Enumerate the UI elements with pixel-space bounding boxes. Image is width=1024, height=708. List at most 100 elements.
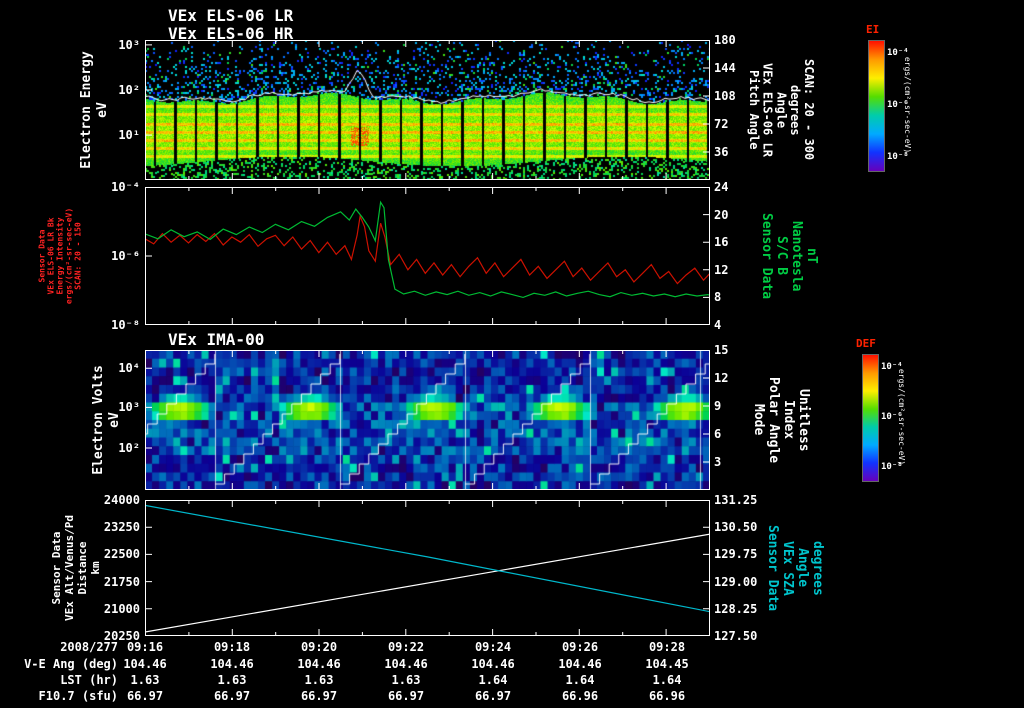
table-value: 104.46 [210, 657, 254, 671]
time-tick-label: 09:28 [648, 640, 686, 654]
panel4-right-ytick: 130.50 [714, 520, 758, 534]
panel4-ylabel-line: Distance [76, 541, 89, 595]
panel4-rlabel-line: VEx SZA [779, 540, 795, 596]
panel4-right-ytick: 131.25 [714, 493, 758, 507]
colorbar-def [862, 354, 879, 482]
panel3-right-ytick: 6 [714, 427, 722, 441]
panel2-ylabel-line: ergs/(cm²-sr-sec-eV) [64, 207, 74, 305]
panel1-left-ytick: 10¹ [118, 128, 140, 142]
panel1-rlabel-line: degrees [788, 84, 803, 136]
time-tick-label: 09:20 [300, 640, 338, 654]
panel2-rlabel-line: Sensor Data [758, 212, 774, 300]
solar-zenith-angle-line [145, 504, 710, 613]
altitude-sza-plot [145, 500, 710, 636]
magnetic-field-B-line [145, 200, 710, 299]
panel3-right-ytick: 12 [714, 371, 729, 385]
panel3-right-ytick: 3 [714, 455, 722, 469]
panel2-left-ytick: 10⁻⁴ [111, 180, 140, 194]
table-value: 66.97 [387, 689, 425, 703]
panel3-rlabel-line: Polar Angle [765, 376, 781, 464]
panel1-title-line1: VEx ELS-06 LR [168, 6, 294, 25]
panel4-rlabel-line: Angle [794, 548, 810, 588]
panel4-right-ytick: 128.25 [714, 602, 758, 616]
time-tick-label: 09:16 [126, 640, 164, 654]
ima-spectrogram-canvas [145, 350, 710, 490]
panel2-rlabel-line: S/C B [773, 236, 789, 276]
table-value: 1.64 [565, 673, 595, 687]
panel4-y-axis-label: Sensor Data VEx Alt/Venus/Pd Distance km [50, 515, 102, 621]
panel1-left-ytick: 10³ [118, 38, 140, 52]
panel3-left-ytick: 10⁴ [118, 361, 140, 375]
table-row-label: F10.7 (sfu) [38, 689, 118, 703]
panel4-left-ytick: 22500 [103, 547, 140, 561]
panel3-rlabel-line: Mode [750, 404, 766, 436]
table-value: 66.97 [474, 689, 512, 703]
panel1-rlabel-line: Pitch Angle [746, 70, 761, 150]
panel4-left-ytick: 24000 [103, 493, 140, 507]
panel3-title: VEx IMA-00 [168, 330, 265, 349]
panel1-right-ytick: 108 [714, 89, 736, 103]
table-value: 1.63 [304, 673, 334, 687]
panel2-left-ytick: 10⁻⁸ [111, 318, 140, 332]
panel1-y-axis-label: Electron Energy eV [79, 51, 111, 168]
table-value: 66.97 [213, 689, 251, 703]
altitude-line [145, 533, 710, 633]
vex-orbit-data-display: VEx ELS-06 LR VEx ELS-06 HR VEx IMA-00 E… [0, 0, 1024, 708]
colorbar-ei [868, 40, 885, 172]
panel2-right-ytick: 20 [714, 208, 729, 222]
panel4-rlabel-line: degrees [809, 540, 825, 596]
panel4-left-ytick: 21000 [103, 602, 140, 616]
panel1-left-ytick: 10² [118, 83, 140, 97]
panel3-ylabel-units: eV [107, 412, 122, 428]
panel3-rlabel-line: Unitless [795, 388, 811, 452]
panel1-rlabel-line: SCAN: 20 - 300 [801, 59, 816, 161]
panel1-right-ytick: 72 [714, 117, 729, 131]
table-value: 1.64 [478, 673, 508, 687]
panel4-rlabel-line: Sensor Data [764, 524, 780, 612]
panel1-right-ytick: 144 [714, 61, 736, 75]
colorbar-tick-label: 10⁻⁸ [881, 462, 903, 472]
panel1-rlabel-line: Angle [774, 91, 789, 129]
table-value: 66.96 [648, 689, 686, 703]
colorbar-tick-label: 10⁻⁴ [887, 48, 909, 58]
table-value: 104.46 [558, 657, 602, 671]
panel2-ylabel-line: Sensor Data [37, 229, 47, 283]
date-label: 2008/277 [60, 640, 118, 654]
colorbar-tick-label: 10⁻⁶ [881, 412, 903, 422]
panel4-right-ytick: 129.00 [714, 575, 758, 589]
panel2-ylabel-line: VEx ELS-06 LR Bk [46, 217, 56, 295]
table-value: 1.63 [130, 673, 160, 687]
table-value: 66.96 [561, 689, 599, 703]
panel2-right-ytick: 8 [714, 290, 722, 304]
panel1-right-ytick: 36 [714, 145, 729, 159]
table-row-label: LST (hr) [60, 673, 118, 687]
table-value: 104.46 [471, 657, 515, 671]
panel2-right-ytick: 12 [714, 263, 729, 277]
time-tick-label: 09:26 [561, 640, 599, 654]
panel2-right-ytick: 4 [714, 318, 722, 332]
table-row-label: V-E Ang (deg) [24, 657, 118, 671]
panel3-right-ytick: 15 [714, 343, 729, 357]
panel2-rlabel-line: Nanotesla [788, 220, 804, 292]
table-value: 104.46 [123, 657, 167, 671]
panel4-right-axis-label: Sensor Data VEx SZA Angle degrees [764, 500, 825, 636]
colorbar-tick-label: 10⁻⁶ [887, 100, 909, 110]
panel4-left-ytick: 23250 [103, 520, 140, 534]
panel3-right-axis-label: Mode Polar Angle Index Unitless [750, 350, 811, 490]
panel1-right-axis-label: Pitch Angle VEx ELS-06 LR Angle degrees … [746, 40, 816, 180]
time-tick-label: 09:18 [213, 640, 251, 654]
table-value: 1.63 [217, 673, 247, 687]
panel3-ylabel-line: Electron Volts [91, 365, 106, 475]
panel4-left-ytick: 21750 [103, 575, 140, 589]
panel4-right-ytick: 127.50 [714, 629, 758, 643]
time-tick-label: 09:22 [387, 640, 425, 654]
panel4-right-ytick: 129.75 [714, 547, 758, 561]
table-value: 1.64 [652, 673, 682, 687]
colorbar-ei-title: EI [866, 23, 880, 36]
panel1-ylabel-units: eV [95, 102, 110, 118]
colorbar-tick-label: 10⁻⁴ [881, 362, 903, 372]
panel3-left-ytick: 10³ [118, 400, 140, 414]
panel2-right-ytick: 16 [714, 235, 729, 249]
panel2-right-axis-label: Sensor Data S/C B Nanotesla nT [758, 187, 819, 325]
panel2-ylabel-line: Energy Intensity [55, 217, 65, 295]
